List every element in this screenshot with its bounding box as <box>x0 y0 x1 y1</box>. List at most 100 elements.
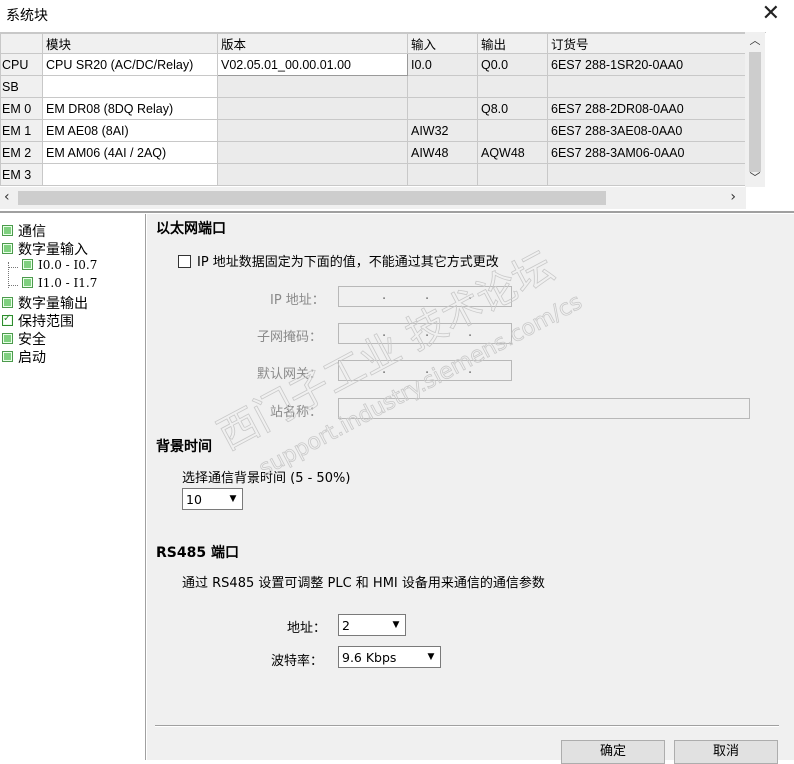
cancel-button[interactable]: 取消 <box>674 740 778 764</box>
cell-output[interactable] <box>477 75 548 98</box>
row-slot[interactable]: EM 2 <box>0 141 43 164</box>
cell-module[interactable] <box>42 163 218 186</box>
divider <box>155 725 779 727</box>
column-header-slot <box>0 33 43 54</box>
grid-vertical-scrollbar[interactable]: ︿ ﹀ <box>745 32 765 187</box>
tree-connector <box>8 267 18 268</box>
subnet-mask-label: 子网掩码： <box>257 330 323 345</box>
tree-item-digital-input[interactable]: 数字量输入 <box>2 239 88 258</box>
background-time-select[interactable]: 10 ▼ <box>182 488 243 510</box>
cell-module[interactable] <box>42 75 218 98</box>
cell-order-number[interactable]: 6ES7 288-3AM06-0AA0 <box>547 141 747 164</box>
fixed-ip-label: IP 地址数据固定为下面的值，不能通过其它方式更改 <box>197 255 499 270</box>
cell-order-number[interactable] <box>547 163 747 186</box>
cell-module[interactable]: CPU SR20 (AC/DC/Relay) <box>42 53 218 76</box>
table-row[interactable]: EM 0 EM DR08 (8DQ Relay) Q8.0 6ES7 288-2… <box>0 97 747 120</box>
scroll-up-icon[interactable]: ︿ <box>745 32 765 50</box>
row-slot[interactable]: CPU <box>0 53 43 76</box>
cell-version[interactable] <box>217 141 408 164</box>
ip-address-field: ... <box>338 286 512 307</box>
ethernet-heading: 以太网端口 <box>156 221 226 237</box>
ip-address-label: IP 地址： <box>270 293 325 308</box>
cell-output[interactable]: Q8.0 <box>477 97 548 120</box>
default-gateway-label: 默认网关： <box>257 367 323 382</box>
cell-order-number[interactable]: 6ES7 288-2DR08-0AA0 <box>547 97 747 120</box>
cell-input[interactable]: I0.0 <box>407 53 478 76</box>
baud-rate-select[interactable]: 9.6 Kbps ▼ <box>338 646 441 668</box>
column-header-module[interactable]: 模块 <box>42 33 218 54</box>
row-slot[interactable]: EM 3 <box>0 163 43 186</box>
cell-output[interactable]: AQW48 <box>477 141 548 164</box>
cell-input[interactable] <box>407 75 478 98</box>
scroll-down-icon[interactable]: ﹀ <box>745 169 765 187</box>
horizontal-scroll-thumb[interactable] <box>18 191 606 205</box>
cell-module[interactable]: EM AE08 (8AI) <box>42 119 218 142</box>
grid-horizontal-scrollbar[interactable]: ‹ › <box>0 187 746 209</box>
green-square-icon <box>22 258 33 270</box>
green-square-icon <box>2 297 13 308</box>
cell-module[interactable]: EM DR08 (8DQ Relay) <box>42 97 218 120</box>
cell-output[interactable] <box>477 119 548 142</box>
tree-item-retentive[interactable]: 保持范围 <box>2 311 74 330</box>
address-label: 地址： <box>287 621 327 636</box>
tree-item-startup[interactable]: 启动 <box>2 347 46 366</box>
station-name-field <box>338 398 750 419</box>
fixed-ip-checkbox[interactable] <box>178 255 191 268</box>
dropdown-arrow-icon[interactable]: ▼ <box>422 647 440 667</box>
cell-input[interactable] <box>407 97 478 120</box>
cell-version[interactable] <box>217 163 408 186</box>
column-header-version[interactable]: 版本 <box>217 33 408 54</box>
cell-version[interactable] <box>217 119 408 142</box>
column-header-output[interactable]: 输出 <box>477 33 548 54</box>
cell-output[interactable] <box>477 163 548 186</box>
green-square-icon <box>2 225 13 236</box>
cell-input[interactable]: AIW48 <box>407 141 478 164</box>
scroll-right-icon[interactable]: › <box>730 189 736 205</box>
default-gateway-field: ... <box>338 360 512 381</box>
tree-item-i1-range[interactable]: I1.0 - I1.7 <box>22 276 97 294</box>
baud-rate-label: 波特率： <box>271 654 324 669</box>
subnet-mask-field: ... <box>338 323 512 344</box>
scroll-left-icon[interactable]: ‹ <box>4 189 10 205</box>
cell-order-number[interactable]: 6ES7 288-3AE08-0AA0 <box>547 119 747 142</box>
background-time-heading: 背景时间 <box>156 439 212 455</box>
cell-version[interactable]: V02.05.01_00.00.01.00 <box>217 53 408 76</box>
rs485-description: 通过 RS485 设置可调整 PLC 和 HMI 设备用来通信的通信参数 <box>182 576 545 591</box>
tree-item-i0-range[interactable]: I0.0 - I0.7 <box>22 258 97 276</box>
column-header-input[interactable]: 输入 <box>407 33 478 54</box>
grid-header-row: 模块 版本 输入 输出 订货号 <box>0 33 747 54</box>
vertical-scroll-thumb[interactable] <box>749 52 761 172</box>
ok-button[interactable]: 确定 <box>561 740 665 764</box>
cell-input[interactable] <box>407 163 478 186</box>
cell-version[interactable] <box>217 97 408 120</box>
cell-version[interactable] <box>217 75 408 98</box>
tree-item-security[interactable]: 安全 <box>2 329 46 348</box>
title-bar: 系统块 ✕ <box>0 0 794 28</box>
table-row[interactable]: EM 1 EM AE08 (8AI) AIW32 6ES7 288-3AE08-… <box>0 119 747 142</box>
cell-order-number[interactable] <box>547 75 747 98</box>
tree-item-digital-output[interactable]: 数字量输出 <box>2 293 88 312</box>
cell-module[interactable]: EM AM06 (4AI / 2AQ) <box>42 141 218 164</box>
green-square-icon <box>2 243 13 254</box>
cell-output[interactable]: Q0.0 <box>477 53 548 76</box>
dropdown-arrow-icon[interactable]: ▼ <box>387 615 405 635</box>
table-row[interactable]: CPU CPU SR20 (AC/DC/Relay) V02.05.01_00.… <box>0 53 747 76</box>
row-slot[interactable]: EM 1 <box>0 119 43 142</box>
dropdown-arrow-icon[interactable]: ▼ <box>224 489 242 509</box>
close-icon[interactable]: ✕ <box>762 1 780 26</box>
cell-order-number[interactable]: 6ES7 288-1SR20-0AA0 <box>547 53 747 76</box>
green-square-icon <box>2 333 13 344</box>
green-square-icon <box>2 351 13 362</box>
tree-item-communication[interactable]: 通信 <box>2 221 46 240</box>
table-row[interactable]: EM 2 EM AM06 (4AI / 2AQ) AIW48 AQW48 6ES… <box>0 141 747 164</box>
column-header-order-number[interactable]: 订货号 <box>547 33 747 54</box>
row-slot[interactable]: SB <box>0 75 43 98</box>
splitter[interactable] <box>0 211 794 213</box>
row-slot[interactable]: EM 0 <box>0 97 43 120</box>
settings-tree: 通信 数字量输入 I0.0 - I0.7 I1.0 - I1.7 数字量输出 保… <box>0 214 146 760</box>
green-square-icon <box>22 276 33 288</box>
table-row[interactable]: SB <box>0 75 747 98</box>
address-select[interactable]: 2 ▼ <box>338 614 406 636</box>
table-row[interactable]: EM 3 <box>0 163 747 186</box>
cell-input[interactable]: AIW32 <box>407 119 478 142</box>
